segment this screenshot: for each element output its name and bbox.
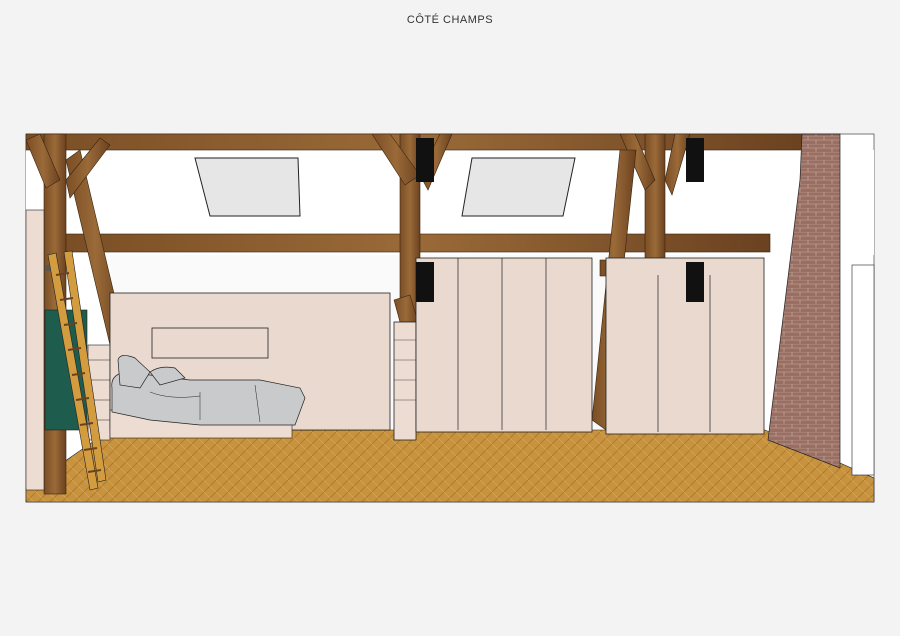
herringbone-floor	[25, 429, 875, 503]
wardrobe-left	[415, 257, 593, 433]
speaker-icon	[686, 138, 704, 182]
room-elevation-drawing	[25, 133, 875, 503]
right-wall-return	[851, 264, 875, 476]
column-unit	[393, 321, 417, 441]
wardrobe-right	[605, 257, 765, 435]
speaker-icon	[416, 138, 434, 182]
left-wall-return	[25, 209, 45, 491]
skylight-icon	[461, 157, 576, 217]
speaker-icon	[686, 262, 704, 302]
skylight-icon	[194, 157, 301, 217]
speaker-icon	[416, 262, 434, 302]
